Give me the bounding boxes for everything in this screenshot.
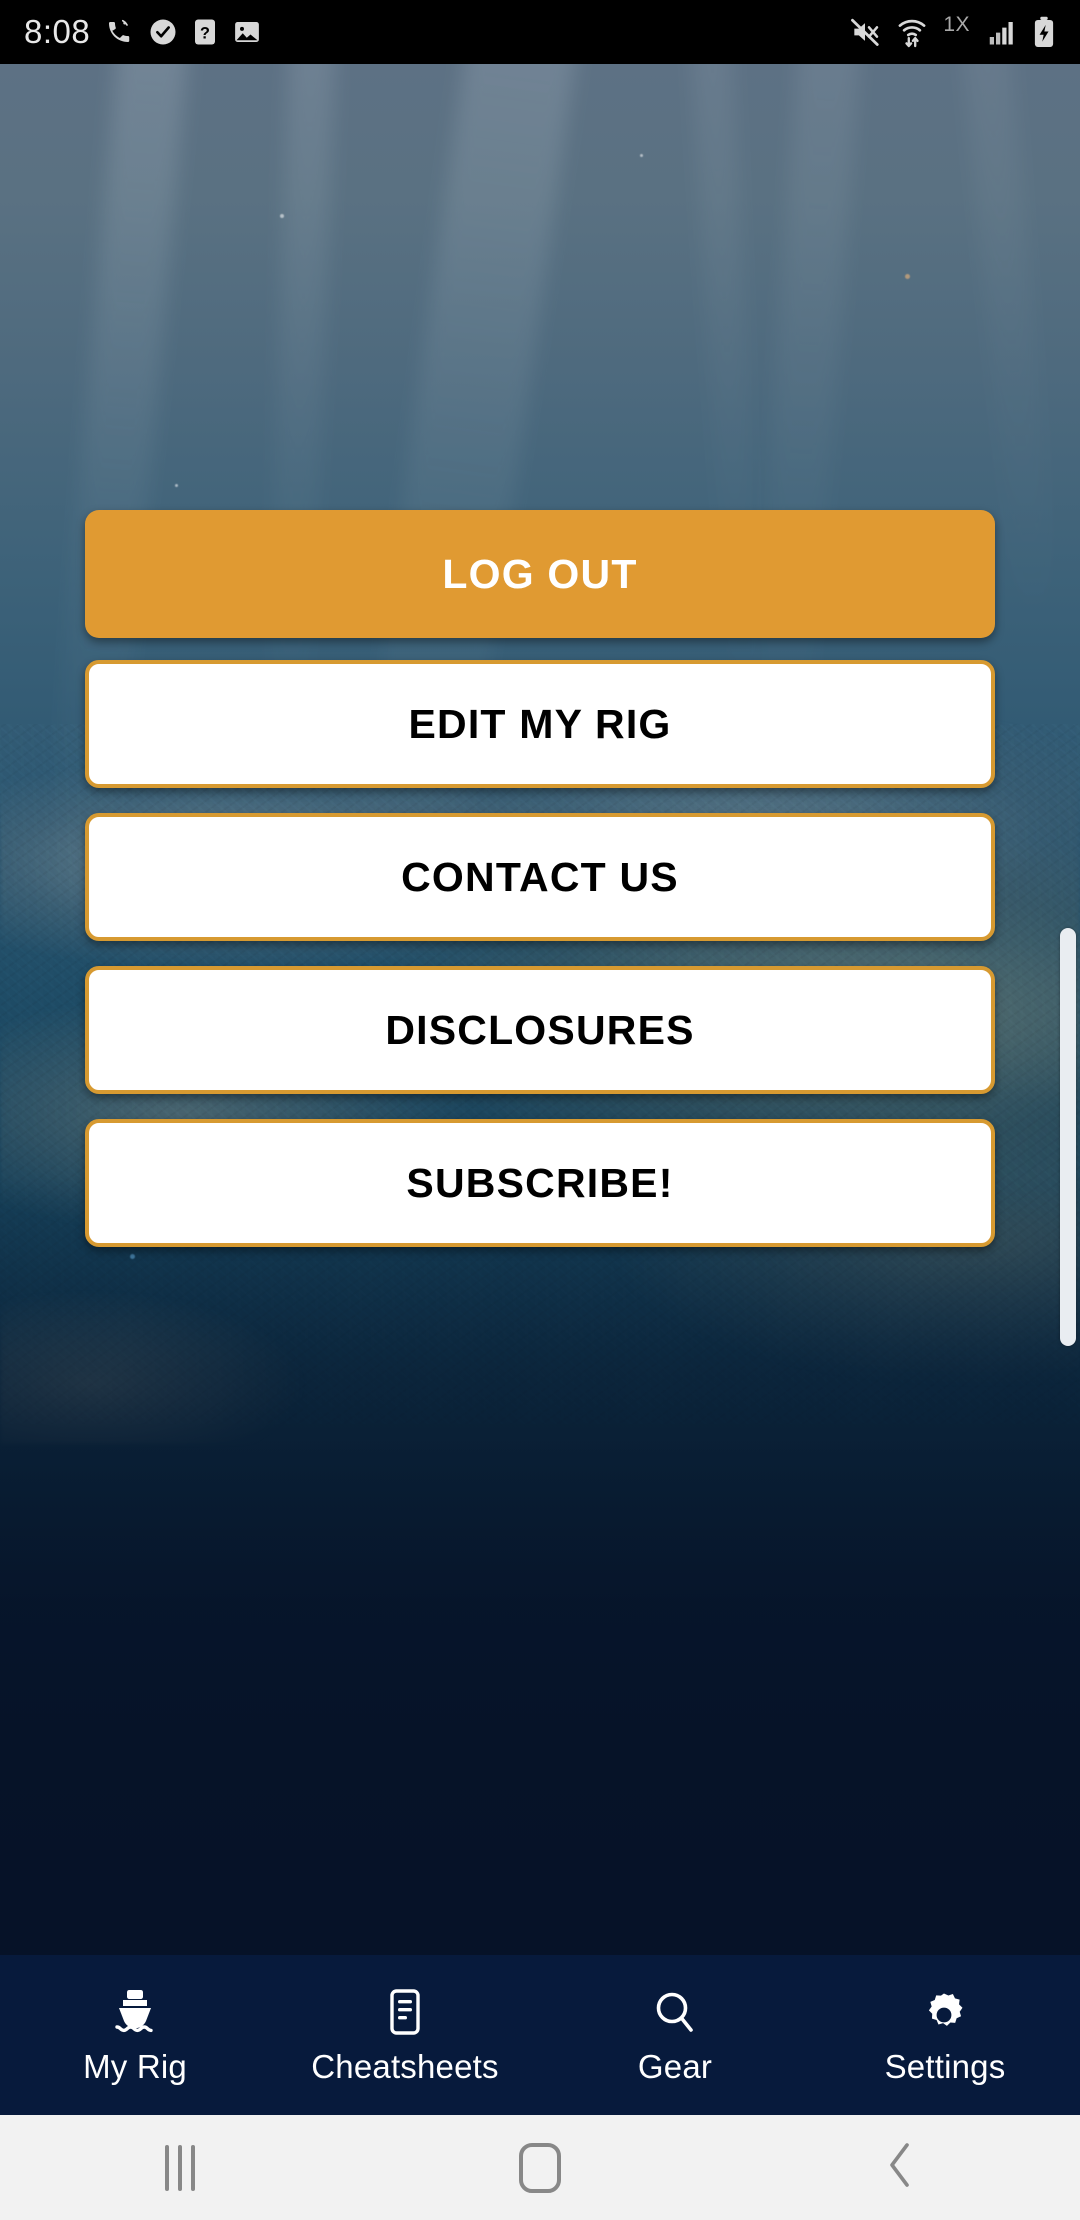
tab-settings[interactable]: Settings	[810, 1985, 1080, 2086]
phone-screen: 8:08 ? 1X LOG OUT EDIT MY RIG CONTACT US…	[0, 0, 1080, 2220]
mute-icon	[849, 16, 881, 48]
bottom-tab-bar: My Rig Cheatsheets Gear Settings	[0, 1955, 1080, 2115]
back-button[interactable]	[720, 2141, 1080, 2194]
verified-shield-icon	[148, 17, 178, 47]
log-out-button-label: LOG OUT	[442, 550, 638, 597]
tab-my-rig-label: My Rig	[83, 2047, 187, 2085]
network-1x-label: 1X	[943, 13, 970, 36]
disclosures-button[interactable]: DISCLOSURES	[85, 966, 995, 1094]
tab-my-rig[interactable]: My Rig	[0, 1985, 270, 2086]
home-icon	[519, 2142, 561, 2193]
recents-icon	[165, 2144, 195, 2191]
signal-bars-icon	[986, 17, 1016, 47]
tab-gear-label: Gear	[637, 2047, 713, 2085]
edit-my-rig-button[interactable]: EDIT MY RIG	[85, 660, 995, 788]
disclosures-button-label: DISCLOSURES	[385, 1006, 695, 1053]
boat-icon	[109, 1985, 161, 2039]
system-navigation-bar	[0, 2115, 1080, 2220]
document-icon	[379, 1985, 431, 2039]
recents-button[interactable]	[0, 2144, 360, 2191]
battery-charging-icon	[1032, 16, 1056, 48]
tab-cheatsheets-label: Cheatsheets	[311, 2047, 499, 2085]
log-out-button[interactable]: LOG OUT	[85, 510, 995, 638]
contact-us-button[interactable]: CONTACT US	[85, 813, 995, 941]
status-bar-left: 8:08 ?	[24, 13, 262, 51]
network-1x-icon: 1X	[943, 13, 970, 37]
subscribe-button[interactable]: SUBSCRIBE!	[85, 1119, 995, 1247]
tab-gear[interactable]: Gear	[540, 1985, 810, 2086]
contact-us-button-label: CONTACT US	[401, 853, 679, 900]
search-icon	[649, 1985, 701, 2039]
home-button[interactable]	[360, 2142, 720, 2193]
tab-cheatsheets[interactable]: Cheatsheets	[270, 1985, 540, 2086]
status-bar: 8:08 ? 1X	[0, 0, 1080, 64]
tab-settings-label: Settings	[884, 2047, 1006, 2085]
subscribe-button-label: SUBSCRIBE!	[406, 1159, 674, 1206]
back-icon	[883, 2141, 917, 2194]
gear-icon	[919, 1985, 971, 2039]
status-bar-clock: 8:08	[24, 13, 91, 50]
unknown-sim-icon: ?	[192, 17, 218, 47]
vertical-scrollbar[interactable]	[1060, 928, 1076, 1346]
wifi-calling-icon	[104, 17, 134, 47]
status-bar-right: 1X	[849, 13, 1056, 48]
wifi-transfer-icon	[897, 16, 927, 48]
svg-text:?: ?	[200, 24, 210, 42]
edit-my-rig-button-label: EDIT MY RIG	[408, 700, 672, 747]
image-icon	[232, 17, 262, 47]
settings-menu: LOG OUT EDIT MY RIG CONTACT US DISCLOSUR…	[0, 64, 1080, 1955]
